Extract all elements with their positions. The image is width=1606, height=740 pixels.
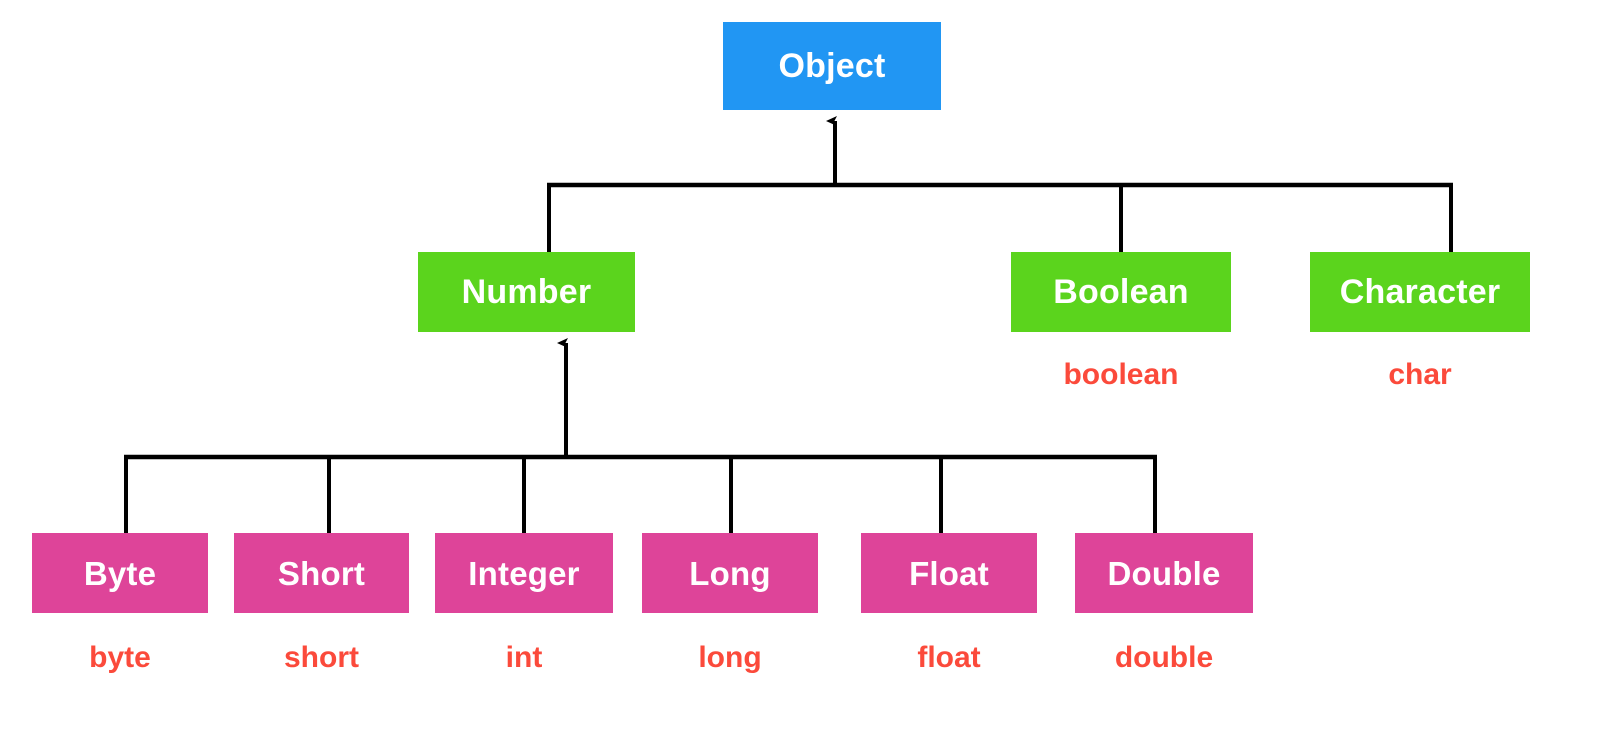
node-object[interactable]: Object xyxy=(723,22,941,110)
node-boolean-label: Boolean xyxy=(1053,273,1189,311)
node-integer[interactable]: Integer xyxy=(435,533,613,613)
primitive-label-double: double xyxy=(1114,641,1214,674)
node-object-label: Object xyxy=(778,47,886,85)
node-boolean[interactable]: Boolean xyxy=(1011,252,1231,332)
node-float[interactable]: Float xyxy=(861,533,1037,613)
edge-object-to-subclasses xyxy=(547,116,1453,252)
diagram-canvas: Object Number Boolean boolean Character … xyxy=(0,0,1606,740)
node-short[interactable]: Short xyxy=(234,533,409,613)
node-character[interactable]: Character xyxy=(1310,252,1530,332)
node-long-label: Long xyxy=(689,554,771,592)
edge-number-to-numeric-subclasses xyxy=(124,338,1157,533)
node-double[interactable]: Double xyxy=(1075,533,1253,613)
primitive-label-byte: byte xyxy=(89,641,151,674)
primitive-label-int: int xyxy=(505,641,543,674)
node-number-label: Number xyxy=(461,273,592,311)
node-number[interactable]: Number xyxy=(418,252,635,332)
node-long[interactable]: Long xyxy=(642,533,818,613)
primitive-label-char: char xyxy=(1388,358,1452,391)
node-double-label: Double xyxy=(1107,554,1221,592)
primitive-label-long: long xyxy=(698,641,762,674)
primitive-label-boolean: boolean xyxy=(1063,358,1179,391)
node-integer-label: Integer xyxy=(468,554,580,592)
node-float-label: Float xyxy=(909,554,989,592)
node-byte-label: Byte xyxy=(83,554,157,592)
node-short-label: Short xyxy=(277,554,366,592)
node-byte[interactable]: Byte xyxy=(32,533,208,613)
node-character-label: Character xyxy=(1339,273,1501,311)
primitive-label-float: float xyxy=(917,641,981,674)
primitive-label-short: short xyxy=(284,641,359,674)
